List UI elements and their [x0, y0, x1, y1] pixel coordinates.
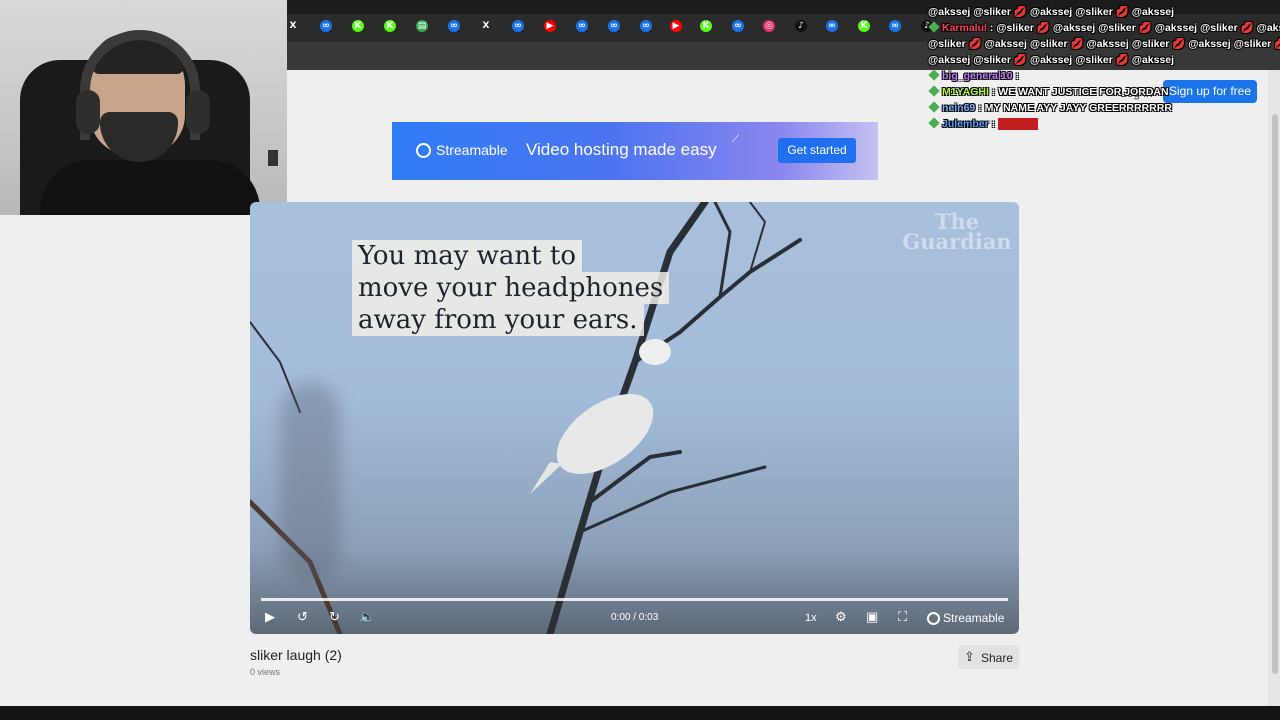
caption-line: move your headphones: [352, 272, 670, 304]
chat-message: @akssej @sliker 💋 @akssej @sliker 💋 @aks…: [928, 4, 1280, 20]
chat-username[interactable]: big_general10: [942, 70, 1013, 82]
chat-text: MY NAME AYY JAYY GREERRRRRRR: [984, 102, 1172, 114]
chat-separator: :: [1012, 70, 1020, 82]
kick-icon[interactable]: K: [352, 20, 364, 32]
caption-line: away from your ears.: [352, 304, 644, 336]
sparkle-icon: ⟋: [732, 134, 739, 145]
banner-brand: Streamable: [436, 142, 508, 158]
banner-tagline: Video hosting made easy: [526, 140, 717, 159]
wall-object: [268, 150, 278, 166]
chat-text: WE WANT JUSTICE FOR JORDAN: [998, 86, 1169, 98]
streamable-tab-icon[interactable]: ∞: [640, 20, 652, 32]
kick-icon[interactable]: K: [384, 20, 396, 32]
video-caption: You may want to move your headphones awa…: [352, 240, 674, 336]
x-icon[interactable]: X: [287, 20, 299, 32]
video-title: sliker laugh (2): [250, 647, 342, 663]
chat-badge-icon: [928, 101, 940, 113]
chat-username[interactable]: Julember: [942, 118, 989, 130]
emote-image: [998, 118, 1039, 131]
chat-text: @akssej @sliker 💋 @akssej @sliker 💋 @aks…: [928, 54, 1175, 66]
settings-icon[interactable]: ⚙: [835, 609, 847, 625]
chat-text: @sliker 💋 @akssej @sliker 💋 @akssej @sli…: [996, 22, 1280, 34]
share-label: Share: [981, 651, 1014, 665]
chat-badge-icon: [928, 69, 940, 81]
share-button[interactable]: ⇪ Share: [958, 645, 1019, 669]
streamable-tab-icon[interactable]: ∞: [320, 20, 332, 32]
streamable-tab-icon[interactable]: ∞: [608, 20, 620, 32]
chat-text: @akssej @sliker 💋 @akssej @sliker 💋 @aks…: [928, 6, 1175, 18]
streamable-tab-icon[interactable]: ∞: [826, 20, 838, 32]
share-icon: ⇪: [964, 649, 975, 664]
view-count: 0 views: [250, 667, 281, 677]
chat-username[interactable]: nein69: [942, 102, 975, 114]
tiktok-icon[interactable]: ♪: [795, 20, 807, 32]
chat-separator: :: [986, 22, 997, 34]
headphone-cup-left: [76, 90, 100, 134]
streamable-tab-icon[interactable]: ∞: [576, 20, 588, 32]
streamable-logo-icon: [927, 612, 940, 625]
streamable-tab-icon[interactable]: ∞: [448, 20, 460, 32]
chat-message: M1YAGHI : WE WANT JUSTICE FOR JORDAN: [928, 84, 1280, 100]
chat-text: @sliker 💋 @akssej @sliker 💋 @akssej @sli…: [928, 38, 1280, 50]
forward-icon[interactable]: ↻: [329, 609, 340, 625]
play-icon[interactable]: ▶: [265, 609, 275, 625]
get-started-button[interactable]: Get started: [778, 138, 856, 163]
chat-separator: :: [988, 118, 999, 130]
instagram-icon[interactable]: ◎: [763, 20, 775, 32]
chat-overlay: @akssej @sliker 💋 @akssej @sliker 💋 @aks…: [928, 4, 1280, 132]
fullscreen-icon[interactable]: ⛶: [898, 609, 907, 625]
x-icon[interactable]: X: [480, 20, 492, 32]
streamable-ad-banner[interactable]: Streamable Video hosting made easy ⟋ Get…: [392, 122, 878, 180]
chat-message: big_general10 :: [928, 68, 1280, 84]
streamable-tab-icon[interactable]: ∞: [732, 20, 744, 32]
youtube-icon[interactable]: ▶: [544, 20, 556, 32]
chat-separator: :: [975, 102, 985, 114]
video-player[interactable]: The Guardian You may want to move your h…: [250, 202, 1019, 634]
headphone-cup-right: [186, 90, 210, 134]
shirt: [40, 160, 260, 215]
taskbar: [0, 706, 1280, 720]
scrollbar-thumb[interactable]: [1272, 114, 1278, 674]
youtube-icon[interactable]: ▶: [670, 20, 682, 32]
player-brand[interactable]: Streamable: [943, 611, 1004, 625]
chat-message: nein69 : MY NAME AYY JAYY GREERRRRRRR: [928, 100, 1280, 116]
sheet-icon[interactable]: ▤: [416, 20, 428, 32]
chat-separator: :: [988, 86, 999, 98]
kick-icon[interactable]: K: [700, 20, 712, 32]
chat-username[interactable]: Karmalul: [942, 22, 987, 34]
chat-message: @sliker 💋 @akssej @sliker 💋 @akssej @sli…: [928, 36, 1280, 52]
progress-bar[interactable]: [261, 598, 1008, 601]
guardian-watermark: The Guardian: [902, 209, 1012, 254]
streamable-tab-icon[interactable]: ∞: [889, 20, 901, 32]
streamable-tab-icon[interactable]: ∞: [512, 20, 524, 32]
caption-line: You may want to: [352, 240, 582, 272]
chat-username[interactable]: M1YAGHI: [942, 86, 989, 98]
chat-badge-icon: [928, 117, 940, 129]
webcam-overlay: [0, 0, 287, 215]
foreground-blur: [280, 382, 340, 582]
chat-badge-icon: [928, 85, 940, 97]
pip-icon[interactable]: ▣: [866, 609, 878, 625]
streamable-logo-icon: [416, 143, 431, 158]
chat-message: @akssej @sliker 💋 @akssej @sliker 💋 @aks…: [928, 52, 1280, 68]
chat-message: Karmalul : @sliker 💋 @akssej @sliker 💋 @…: [928, 20, 1280, 36]
rewind-icon[interactable]: ↺: [297, 609, 308, 625]
player-controls: ▶ ↺ ↻ 🔈 0:00 / 0:03 1x ⚙ ▣ ⛶ Streamable: [250, 606, 1019, 634]
playback-speed[interactable]: 1x: [805, 612, 817, 624]
page-scrollbar[interactable]: [1268, 70, 1280, 706]
volume-icon[interactable]: 🔈: [359, 609, 375, 625]
chat-badge-icon: [928, 21, 940, 33]
kick-icon[interactable]: K: [858, 20, 870, 32]
time-display: 0:00 / 0:03: [611, 612, 659, 623]
chat-message: Julember :: [928, 116, 1280, 132]
